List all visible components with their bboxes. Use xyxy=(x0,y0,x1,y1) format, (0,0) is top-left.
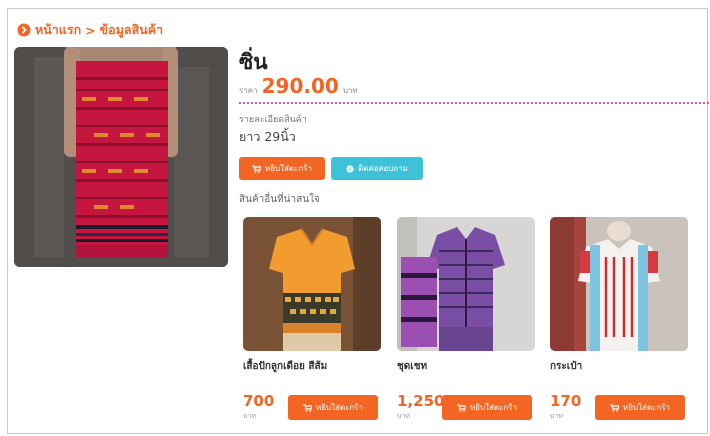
related-product-image[interactable] xyxy=(243,217,381,351)
related-product-name[interactable]: กระเป๋า xyxy=(550,359,582,374)
add-to-cart-button[interactable]: หยิบใส่ตะกร้า xyxy=(239,157,325,180)
arrow-circle-icon xyxy=(17,23,31,37)
related-add-to-cart-label: หยิบใส่ตะกร้า xyxy=(470,403,517,412)
related-product-card: ชุดเชท 1,250 บาท หยิบใส่ตะกร้า xyxy=(397,217,539,422)
related-add-to-cart-button[interactable]: หยิบใส่ตะกร้า xyxy=(442,395,532,420)
contact-label: ติดต่อสอบถาม xyxy=(358,164,408,173)
related-product-name[interactable]: ชุดเชท xyxy=(397,359,427,374)
related-add-to-cart-button[interactable]: หยิบใส่ตะกร้า xyxy=(595,395,685,420)
related-product-unit: บาท xyxy=(397,412,410,420)
cart-icon xyxy=(610,403,620,412)
related-product-card: กระเป๋า 170 บาท หยิบใส่ตะกร้า xyxy=(550,217,692,422)
dotted-divider xyxy=(239,102,709,104)
related-add-to-cart-label: หยิบใส่ตะกร้า xyxy=(316,403,363,412)
contact-button[interactable]: ติดต่อสอบถาม xyxy=(331,157,423,180)
related-add-to-cart-label: หยิบใส่ตะกร้า xyxy=(623,403,670,412)
related-product-unit: บาท xyxy=(243,412,256,420)
price-value: 290.00 xyxy=(261,74,339,98)
cart-icon xyxy=(252,164,262,173)
related-product-card: เสื้อปักลูกเดือย สีส้ม 700 บาท หยิบใส่ตะ… xyxy=(243,217,385,422)
related-product-price: 700 xyxy=(243,392,275,410)
price-label: ราคา xyxy=(239,86,258,95)
detail-value: ยาว 29นิ้ว xyxy=(239,129,296,144)
detail-label: รายละเอียดสินค้า xyxy=(239,115,307,125)
info-icon xyxy=(346,164,354,173)
breadcrumb-separator: > xyxy=(85,22,96,38)
related-add-to-cart-button[interactable]: หยิบใส่ตะกร้า xyxy=(288,395,378,420)
related-product-image[interactable] xyxy=(397,217,535,351)
related-product-name[interactable]: เสื้อปักลูกเดือย สีส้ม xyxy=(243,359,327,374)
related-product-price: 170 xyxy=(550,392,582,410)
related-product-unit: บาท xyxy=(550,412,563,420)
price-unit: บาท xyxy=(342,86,358,95)
related-product-image[interactable] xyxy=(550,217,688,351)
breadcrumb-current: ข้อมูลสินค้า xyxy=(99,22,164,37)
add-to-cart-label: หยิบใส่ตะกร้า xyxy=(265,164,312,173)
breadcrumb: หน้าแรก > ข้อมูลสินค้า xyxy=(17,20,163,40)
related-product-price: 1,250 xyxy=(397,392,445,410)
cart-icon xyxy=(457,403,467,412)
cart-icon xyxy=(303,403,313,412)
price-row: ราคา 290.00 บาท xyxy=(239,74,358,98)
product-main-image[interactable] xyxy=(14,47,228,267)
breadcrumb-home-link[interactable]: หน้าแรก xyxy=(35,20,81,40)
related-heading: สินค้าอื่นที่น่าสนใจ xyxy=(239,194,320,205)
